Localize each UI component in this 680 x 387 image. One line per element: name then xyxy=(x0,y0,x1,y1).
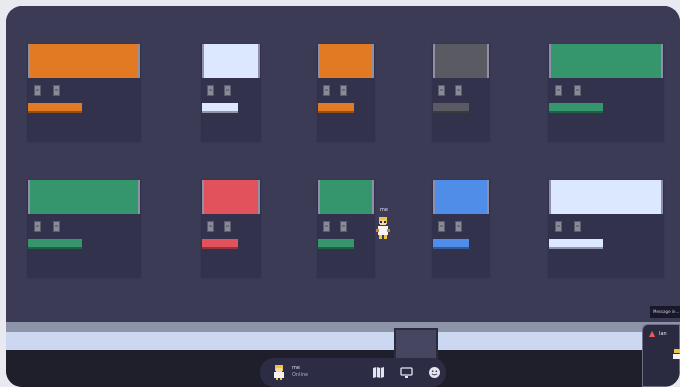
chair-icon xyxy=(224,221,231,232)
chair-icon xyxy=(555,85,562,96)
virtual-office-window: me me Online Message in... ▲ Ian xyxy=(6,6,680,387)
player-name-tag: me xyxy=(380,207,388,213)
desk xyxy=(28,239,82,249)
chair-icon xyxy=(340,85,347,96)
screen-share-icon[interactable] xyxy=(400,366,413,379)
room-8[interactable] xyxy=(316,179,376,279)
toolbar-user-name: me xyxy=(292,365,300,371)
room-9[interactable] xyxy=(431,179,491,279)
chair-icon xyxy=(455,85,462,96)
chair-icon xyxy=(555,221,562,232)
avatar-icon[interactable] xyxy=(272,364,286,380)
desk xyxy=(433,239,469,249)
room-6[interactable] xyxy=(26,179,142,279)
side-panel[interactable]: ▲ Ian xyxy=(642,324,680,387)
player-avatar[interactable] xyxy=(375,215,391,241)
room-banner xyxy=(202,180,260,214)
room-banner xyxy=(549,44,663,78)
room-2[interactable] xyxy=(200,43,262,143)
desk xyxy=(318,103,354,113)
doorway[interactable] xyxy=(394,328,438,360)
room-5[interactable] xyxy=(547,43,665,143)
microphone-muted-icon: ▲ xyxy=(649,329,656,338)
room-10[interactable] xyxy=(547,179,665,279)
chair-icon xyxy=(455,221,462,232)
room-banner xyxy=(318,44,374,78)
avatar-icon xyxy=(673,349,680,359)
room-1[interactable] xyxy=(26,43,142,143)
room-banner xyxy=(28,180,140,214)
desk xyxy=(318,239,354,249)
emoji-icon[interactable] xyxy=(428,366,441,379)
chair-icon xyxy=(34,85,41,96)
chair-icon xyxy=(340,221,347,232)
bottom-toolbar: me Online xyxy=(260,358,446,387)
desk xyxy=(202,239,238,249)
chair-icon xyxy=(438,85,445,96)
office-floor: me xyxy=(6,6,680,322)
room-7[interactable] xyxy=(200,179,262,279)
desk xyxy=(433,103,469,113)
room-3[interactable] xyxy=(316,43,376,143)
chair-icon xyxy=(574,221,581,232)
chair-icon xyxy=(53,85,60,96)
room-4[interactable] xyxy=(431,43,491,143)
room-banner xyxy=(433,180,489,214)
chair-icon xyxy=(224,85,231,96)
chair-icon xyxy=(323,85,330,96)
tooltip: Message in... xyxy=(650,306,680,318)
chair-icon xyxy=(34,221,41,232)
map-icon[interactable] xyxy=(372,366,385,379)
desk xyxy=(28,103,82,113)
room-banner xyxy=(549,180,663,214)
side-panel-label: Ian xyxy=(659,331,667,337)
chair-icon xyxy=(53,221,60,232)
desk xyxy=(202,103,238,113)
room-banner xyxy=(28,44,140,78)
desk xyxy=(549,103,603,113)
toolbar-user-status: Online xyxy=(292,372,309,378)
room-banner xyxy=(202,44,260,78)
chair-icon xyxy=(323,221,330,232)
chair-icon xyxy=(574,85,581,96)
chair-icon xyxy=(438,221,445,232)
chair-icon xyxy=(207,221,214,232)
wall xyxy=(6,322,680,332)
room-banner xyxy=(433,44,489,78)
room-banner xyxy=(318,180,374,214)
desk xyxy=(549,239,603,249)
hallway-strip xyxy=(6,332,680,350)
chair-icon xyxy=(207,85,214,96)
